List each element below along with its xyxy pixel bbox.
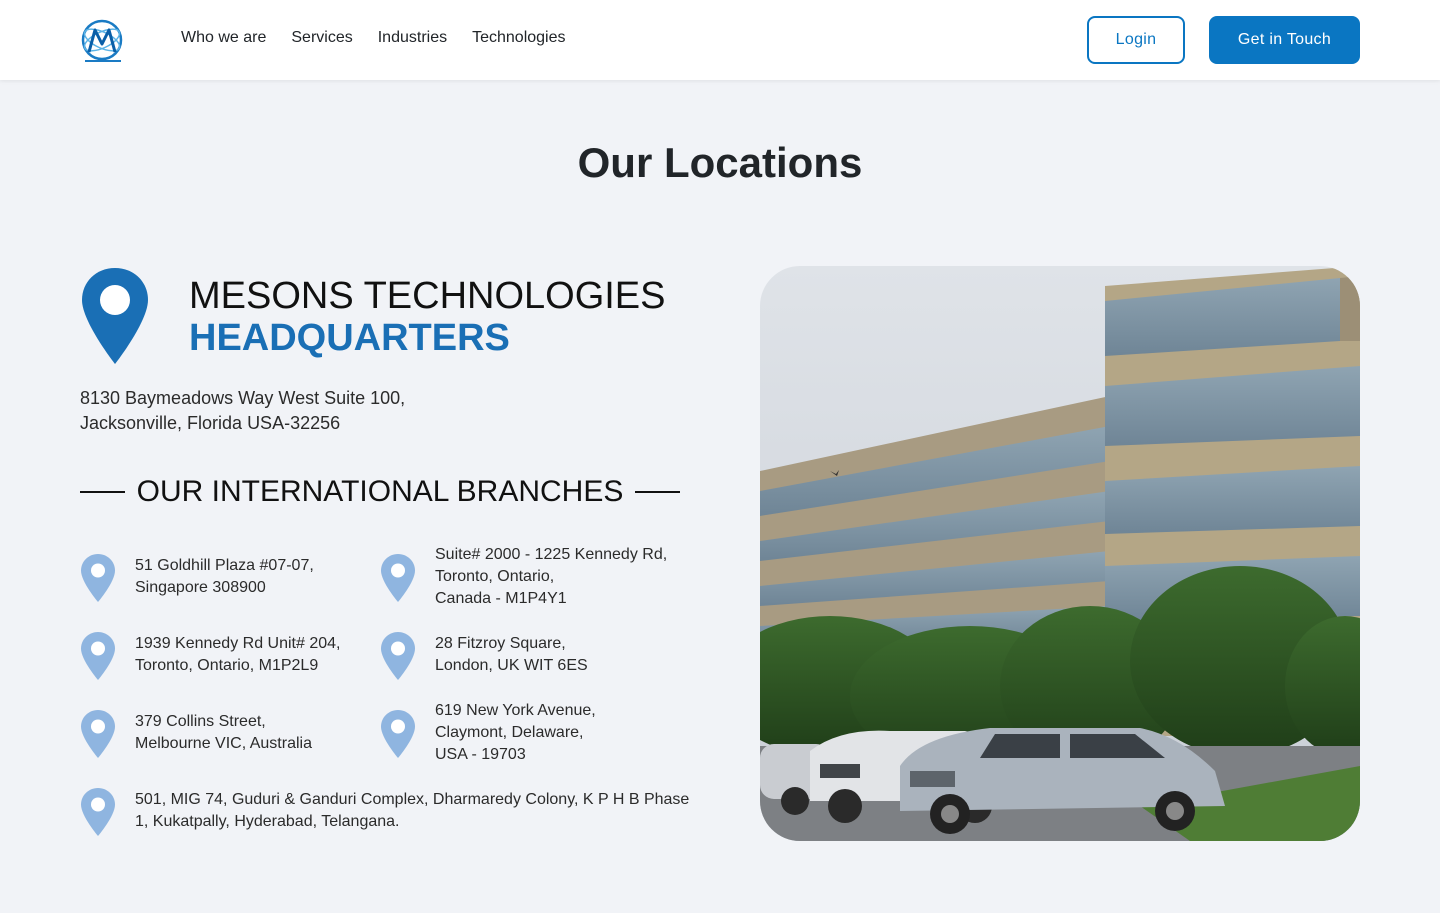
branch-address-line: Toronto, Ontario, M1P2L9 — [135, 657, 319, 674]
nav-services[interactable]: Services — [291, 28, 352, 48]
branch-address-line: Melbourne VIC, Australia — [135, 735, 312, 752]
branch-item: 619 New York Avenue, Claymont, Delaware,… — [380, 702, 596, 766]
branch-address-line: 1939 Kennedy Rd Unit# 204, — [135, 635, 341, 652]
branch-address-line: 501, MIG 74, Guduri & Ganduri Complex, D… — [135, 791, 690, 808]
branch-address-line: Canada - M1P4Y1 — [435, 590, 567, 607]
headquarters-building-photo — [760, 266, 1360, 841]
site-header: Who we are Services Industries Technolog… — [0, 0, 1440, 80]
map-pin-icon — [80, 787, 116, 837]
hq-address-line: 8130 Baymeadows Way West Suite 100, — [80, 388, 406, 408]
nav-who-we-are[interactable]: Who we are — [181, 28, 266, 48]
hq-address: 8130 Baymeadows Way West Suite 100, Jack… — [80, 386, 405, 436]
map-pin-icon — [380, 553, 416, 603]
divider-line — [80, 491, 125, 493]
branch-item: 379 Collins Street, Melbourne VIC, Austr… — [80, 709, 312, 759]
branches-heading: OUR INTERNATIONAL BRANCHES — [80, 474, 681, 510]
hq-address-line: Jacksonville, Florida USA-32256 — [80, 413, 341, 433]
branch-address-line: Suite# 2000 - 1225 Kennedy Rd, — [435, 546, 668, 563]
divider-line — [635, 491, 681, 493]
branch-address-line: 379 Collins Street, — [135, 713, 266, 730]
branch-item: 1939 Kennedy Rd Unit# 204, Toronto, Onta… — [80, 631, 340, 681]
branch-item: 28 Fitzroy Square, London, UK WIT 6ES — [380, 631, 588, 681]
branch-address-line: 619 New York Avenue, — [435, 702, 596, 719]
login-button[interactable]: Login — [1087, 16, 1185, 64]
get-in-touch-button[interactable]: Get in Touch — [1209, 16, 1360, 64]
nav-industries[interactable]: Industries — [378, 28, 447, 48]
branches-heading-text: OUR INTERNATIONAL BRANCHES — [136, 475, 624, 508]
branch-address-line: Claymont, Delaware, — [435, 724, 584, 741]
branch-item: 501, MIG 74, Guduri & Ganduri Complex, D… — [80, 787, 689, 837]
nav-technologies[interactable]: Technologies — [472, 28, 565, 48]
main-nav: Who we are Services Industries Technolog… — [181, 28, 566, 48]
map-pin-icon — [80, 709, 116, 759]
map-pin-icon — [380, 631, 416, 681]
page-title: Our Locations — [577, 139, 863, 186]
map-pin-icon — [80, 631, 116, 681]
map-pin-icon — [380, 709, 416, 759]
hq-title: MESONS TECHNOLOGIES — [189, 275, 666, 317]
map-pin-icon — [80, 553, 116, 603]
branch-address-line: Singapore 308900 — [135, 579, 266, 596]
branch-item: 51 Goldhill Plaza #07-07, Singapore 3089… — [80, 553, 314, 603]
mesons-logo-icon[interactable] — [79, 16, 127, 64]
branch-address-line: Toronto, Ontario, — [435, 568, 555, 585]
branch-address-line: 28 Fitzroy Square, — [435, 635, 566, 652]
branch-address-line: 1, Kukatpally, Hyderabad, Telangana. — [135, 813, 400, 830]
hq-subtitle: HEADQUARTERS — [189, 317, 510, 359]
branch-item: Suite# 2000 - 1225 Kennedy Rd, Toronto, … — [380, 546, 667, 610]
map-pin-icon — [80, 266, 150, 366]
branch-address-line: 51 Goldhill Plaza #07-07, — [135, 557, 314, 574]
branch-address-line: London, UK WIT 6ES — [435, 657, 588, 674]
branch-address-line: USA - 19703 — [435, 746, 526, 763]
